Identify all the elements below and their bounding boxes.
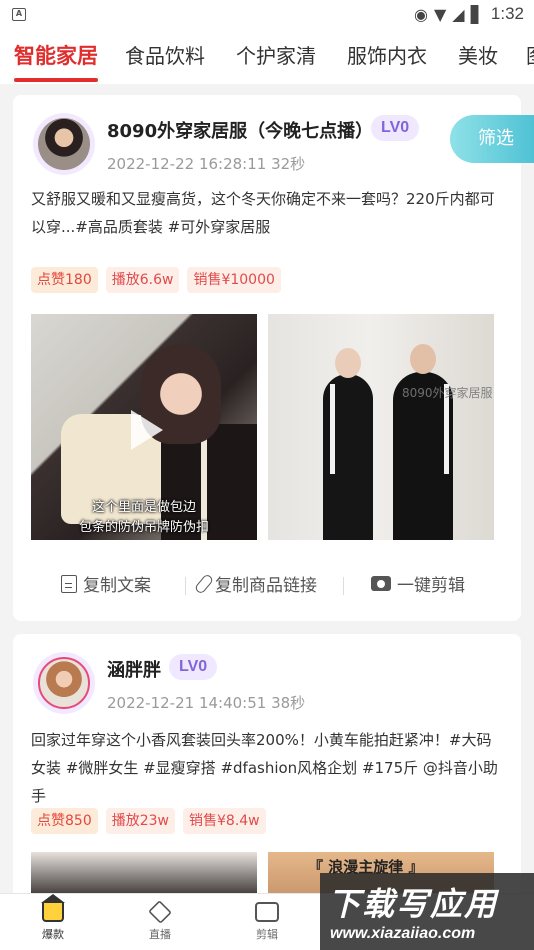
diamond-icon xyxy=(148,900,172,924)
tab-apparel[interactable]: 服饰内衣 xyxy=(347,40,427,69)
likes-tag: 点赞180 xyxy=(31,267,98,293)
tab-makeup[interactable]: 美妆 xyxy=(458,40,498,69)
nav-live[interactable]: 直播 xyxy=(130,900,190,942)
divider xyxy=(185,577,186,595)
image-watermark: 8090外穿家居服 xyxy=(402,386,493,400)
shop-name[interactable]: 8090外穿家居服（今晚七点播） xyxy=(107,117,373,143)
one-click-edit-button[interactable]: 一键剪辑 xyxy=(371,571,465,596)
shop-name[interactable]: 涵胖胖 xyxy=(107,656,161,682)
tab-personal-care[interactable]: 个护家清 xyxy=(236,40,316,69)
wifi-icon: ▼ xyxy=(433,4,447,24)
level-badge: LV0 xyxy=(371,115,420,141)
sales-tag: 销售¥8.4w xyxy=(183,808,266,834)
category-tabs: 智能家居 食品饮料 个护家清 服饰内衣 美妆 图 xyxy=(0,28,534,84)
video-clip-icon xyxy=(255,902,279,922)
clock: 1:32 xyxy=(490,4,524,23)
battery-icon: ▋ xyxy=(470,4,483,24)
location-icon: ◉ xyxy=(414,4,428,24)
home-icon xyxy=(41,894,65,922)
play-icon[interactable] xyxy=(131,410,163,450)
post-actions: 复制文案 复制商品链接 一键剪辑 xyxy=(13,565,521,605)
avatar[interactable] xyxy=(33,652,95,714)
post-time: 2022-12-21 14:40:51 38秒 xyxy=(107,694,306,712)
avatar[interactable] xyxy=(33,113,95,175)
avatar-image xyxy=(38,657,90,709)
active-tab-indicator xyxy=(14,78,98,82)
product-image[interactable]: 8090外穿家居服 xyxy=(268,314,494,540)
post-card: 涵胖胖 LV0 2022-12-21 14:40:51 38秒 回家过年穿这个小… xyxy=(13,634,521,904)
document-icon xyxy=(61,574,77,593)
stats-tags: 点赞180 播放6.6w 销售¥10000 xyxy=(31,267,281,293)
status-bar: A ◉ ▼ ◢ ▋ 1:32 xyxy=(0,0,534,28)
watermark-title: 下载写应用 xyxy=(328,885,499,923)
app-notification-icon: A xyxy=(12,8,26,21)
stats-tags: 点赞850 播放23w 销售¥8.4w xyxy=(31,808,266,834)
video-caption: 这个里面是做包边 xyxy=(91,500,196,515)
watermark-url: www.xiazaiiao.com xyxy=(330,925,476,942)
site-watermark: 下载写应用 www.xiazaiiao.com xyxy=(320,873,534,950)
post-time: 2022-12-22 16:28:11 32秒 xyxy=(107,155,306,173)
link-icon xyxy=(193,572,215,595)
sales-tag: 销售¥10000 xyxy=(187,267,281,293)
signal-icon: ◢ xyxy=(452,4,465,24)
post-description[interactable]: 回家过年穿这个小香风套装回头率200%！小黄车能拍赶紧冲！#大码女装 #微胖女生… xyxy=(31,726,506,810)
camera-icon xyxy=(371,576,391,591)
copy-link-button[interactable]: 复制商品链接 xyxy=(193,571,317,596)
video-thumbnail[interactable]: 这个里面是做包边 包条的防伪吊牌防伪扣 xyxy=(31,314,257,540)
filter-button[interactable]: 筛选 xyxy=(450,115,534,163)
plays-tag: 播放23w xyxy=(105,808,175,834)
divider xyxy=(343,577,344,595)
tab-smart-home[interactable]: 智能家居 xyxy=(14,40,98,70)
tab-food-drink[interactable]: 食品饮料 xyxy=(125,40,205,69)
nav-edit[interactable]: 剪辑 xyxy=(237,902,297,942)
post-card: 8090外穿家居服（今晚七点播） LV0 2022-12-22 16:28:11… xyxy=(13,95,521,621)
plays-tag: 播放6.6w xyxy=(105,267,180,293)
status-icons: ◉ ▼ ◢ ▋ 1:32 xyxy=(414,4,524,24)
avatar-image xyxy=(38,118,90,170)
likes-tag: 点赞850 xyxy=(31,808,98,834)
tab-books[interactable]: 图 xyxy=(526,40,534,69)
nav-hot-items[interactable]: 爆款 xyxy=(23,894,83,942)
level-badge: LV0 xyxy=(169,654,218,680)
copy-text-button[interactable]: 复制文案 xyxy=(61,571,151,596)
post-description[interactable]: 又舒服又暖和又显瘦高货，这个冬天你确定不来一套吗？220斤内都可以穿...#高品… xyxy=(31,185,506,241)
video-caption: 包条的防伪吊牌防伪扣 xyxy=(78,520,209,535)
